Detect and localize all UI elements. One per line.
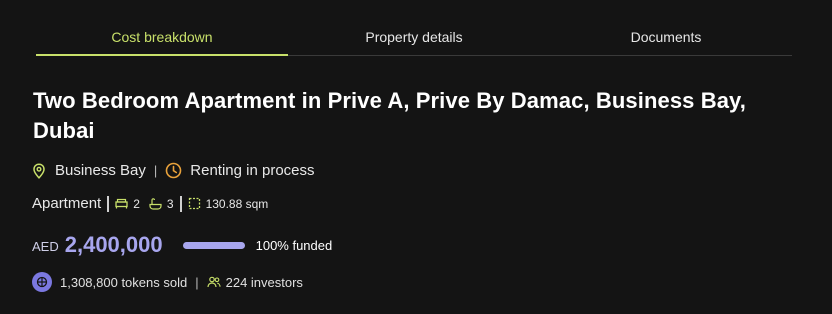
token-icon (32, 272, 52, 292)
investors-count: 224 investors (225, 274, 303, 290)
separator: | (153, 163, 158, 178)
funding-progress-bar (182, 241, 245, 249)
divider (107, 195, 110, 212)
divider (179, 195, 182, 212)
location-status-row: Business Bay | Renting in process (32, 162, 315, 179)
property-title: Two Bedroom Apartment in Prive A, Prive … (33, 88, 746, 143)
tab-property-details[interactable]: Property details (288, 18, 540, 55)
tokens-sold: 1,308,800 tokens sold (60, 274, 188, 290)
property-type: Apartment (32, 195, 102, 212)
area-value: 130.88 sqm (205, 196, 269, 211)
clock-icon (165, 162, 182, 179)
funded-label: 100% funded (255, 237, 333, 253)
people-icon (207, 276, 221, 288)
location-pin-icon (32, 162, 46, 179)
bath-icon (149, 197, 162, 210)
price-amount: 2,400,000 (64, 232, 163, 257)
currency-label: AED (32, 239, 59, 254)
tab-documents[interactable]: Documents (540, 18, 792, 55)
price-row: AED 2,400,000 100% funded (32, 232, 332, 258)
separator: | (195, 274, 199, 290)
tab-bar: Cost breakdown Property details Document… (36, 18, 792, 56)
tab-cost-breakdown[interactable]: Cost breakdown (36, 18, 288, 56)
bedrooms-count: 2 (133, 196, 140, 211)
tokens-row: 1,308,800 tokens sold | 224 investors (32, 272, 303, 292)
bed-icon (115, 198, 128, 209)
location-label: Business Bay (55, 162, 146, 179)
area-icon (188, 197, 201, 210)
property-specs-row: Apartment 2 3 130.88 sqm (32, 195, 268, 212)
bathrooms-count: 3 (166, 196, 174, 211)
status-label: Renting in process (190, 162, 315, 179)
